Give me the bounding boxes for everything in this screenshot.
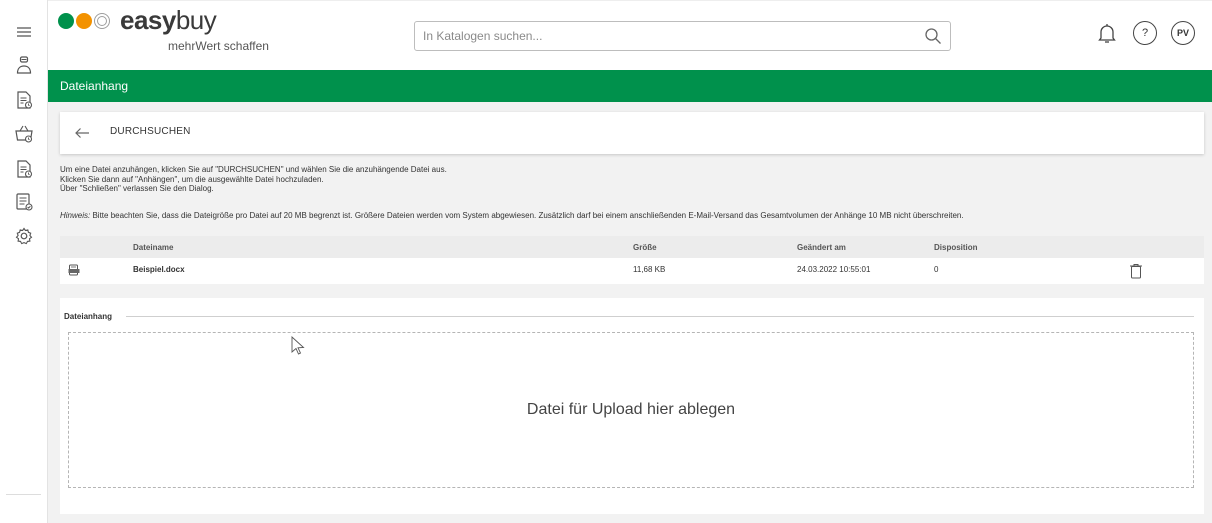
back-arrow-icon[interactable] <box>72 123 92 143</box>
instructions: Um eine Datei anzuhängen, klicken Sie au… <box>60 165 1204 194</box>
file-name[interactable]: Beispiel.docx <box>133 265 185 274</box>
dialog-toolbar: DURCHSUCHEN <box>60 112 1204 154</box>
basket-clock-icon[interactable] <box>14 124 34 144</box>
logo-mark-green <box>58 13 74 29</box>
bell-icon[interactable] <box>1094 20 1120 46</box>
document-clock-icon[interactable] <box>14 90 34 110</box>
file-disposition: 0 <box>934 265 939 274</box>
search-input[interactable] <box>415 22 895 50</box>
upload-section: Dateianhang Datei für Upload hier ablege… <box>60 298 1204 514</box>
menu-icon[interactable] <box>14 22 34 42</box>
avatar: PV <box>1171 21 1195 45</box>
sidebar-divider <box>6 494 41 495</box>
help-icon: ? <box>1133 21 1157 45</box>
upload-divider <box>126 316 1194 317</box>
instruction-line: Über "Schließen" verlassen Sie den Dialo… <box>60 184 214 193</box>
search-box <box>414 21 951 51</box>
user-icon[interactable] <box>14 55 34 75</box>
gear-icon[interactable] <box>14 226 34 246</box>
column-header-disposition[interactable]: Disposition <box>934 243 978 252</box>
word-file-icon <box>68 264 80 276</box>
instruction-line: Klicken Sie dann auf "Anhängen", um die … <box>60 174 324 184</box>
help-button[interactable]: ? <box>1132 20 1158 46</box>
file-size: 11,68 KB <box>633 265 666 274</box>
search-icon[interactable] <box>924 27 942 45</box>
logo[interactable]: easybuy mehrWert schaffen <box>58 5 288 63</box>
hint-text: Bitte beachten Sie, dass die Dateigröße … <box>90 211 964 220</box>
page-title: Dateianhang <box>48 70 1212 102</box>
table-row[interactable]: Beispiel.docx 11,68 KB 24.03.2022 10:55:… <box>60 258 1204 284</box>
mouse-cursor-icon <box>291 336 305 355</box>
browse-button[interactable]: DURCHSUCHEN <box>110 126 191 137</box>
sidebar <box>0 0 48 523</box>
top-bar: easybuy mehrWert schaffen ? PV <box>48 0 1212 70</box>
user-avatar-button[interactable]: PV <box>1170 20 1196 46</box>
column-header-modified[interactable]: Geändert am <box>797 243 846 252</box>
drop-zone[interactable]: Datei für Upload hier ablegen <box>68 332 1194 488</box>
size-hint: Hinweis: Bitte beachten Sie, dass die Da… <box>60 211 1204 220</box>
instruction-line: Um eine Datei anzuhängen, klicken Sie au… <box>60 165 447 174</box>
logo-mark-orange <box>76 13 92 29</box>
table-header: Dateiname Größe Geändert am Disposition <box>60 236 1204 258</box>
app-window: easybuy mehrWert schaffen ? PV Dateianha… <box>0 0 1212 523</box>
file-modified: 24.03.2022 10:55:01 <box>797 265 871 274</box>
trash-icon[interactable] <box>1129 263 1143 279</box>
attachments-table: Dateiname Größe Geändert am Disposition … <box>60 236 1204 284</box>
list-check-icon[interactable] <box>14 192 34 212</box>
document-clock-icon-2[interactable] <box>14 159 34 179</box>
hint-label: Hinweis: <box>60 211 91 220</box>
drop-zone-text: Datei für Upload hier ablegen <box>526 401 736 418</box>
brand-name: easybuy <box>120 5 217 35</box>
logo-mark-grey <box>94 13 110 29</box>
logo-marks <box>58 13 110 29</box>
column-header-name[interactable]: Dateiname <box>133 243 173 252</box>
brand-tagline: mehrWert schaffen <box>168 39 269 53</box>
upload-legend: Dateianhang <box>64 312 113 321</box>
column-header-size[interactable]: Größe <box>633 243 657 252</box>
